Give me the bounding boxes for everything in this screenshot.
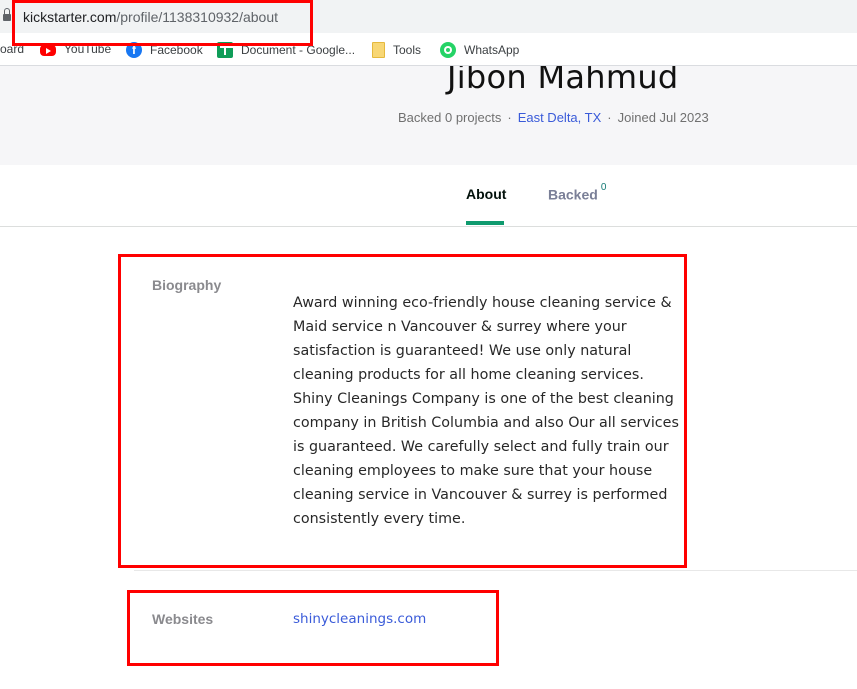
active-tab-indicator — [466, 221, 504, 225]
backed-count-badge: 0 — [600, 182, 607, 193]
tab-about[interactable]: About — [466, 186, 506, 202]
bookmark-whatsapp[interactable]: WhatsApp — [440, 42, 519, 58]
tab-backed-label: Backed — [548, 186, 598, 203]
location-link[interactable]: East Delta, TX — [518, 110, 602, 125]
annotation-box-websites — [127, 590, 499, 666]
whatsapp-icon — [440, 42, 456, 58]
profile-header: Jibon Mahmud Backed 0 projects · East Delt… — [0, 66, 857, 165]
bookmark-tools[interactable]: Tools — [372, 42, 421, 58]
profile-name: Jibon Mahmud — [447, 66, 679, 96]
profile-tabs: About Backed 0 — [0, 165, 857, 227]
folder-icon — [372, 42, 385, 58]
profile-meta: Backed 0 projects · East Delta, TX · Joined … — [398, 110, 709, 125]
annotation-box-biography — [118, 254, 687, 568]
separator: · — [507, 110, 512, 125]
backed-count: Backed 0 projects — [398, 110, 502, 125]
bookmark-label: WhatsApp — [464, 43, 520, 57]
lock-icon[interactable] — [3, 8, 11, 21]
annotation-box-url — [12, 0, 313, 46]
tab-backed[interactable]: Backed 0 — [548, 182, 606, 203]
bookmark-label: Tools — [393, 43, 422, 57]
section-divider — [134, 570, 857, 571]
joined-date: Joined Jul 2023 — [617, 110, 709, 125]
separator: · — [607, 110, 612, 125]
youtube-icon — [40, 44, 56, 56]
